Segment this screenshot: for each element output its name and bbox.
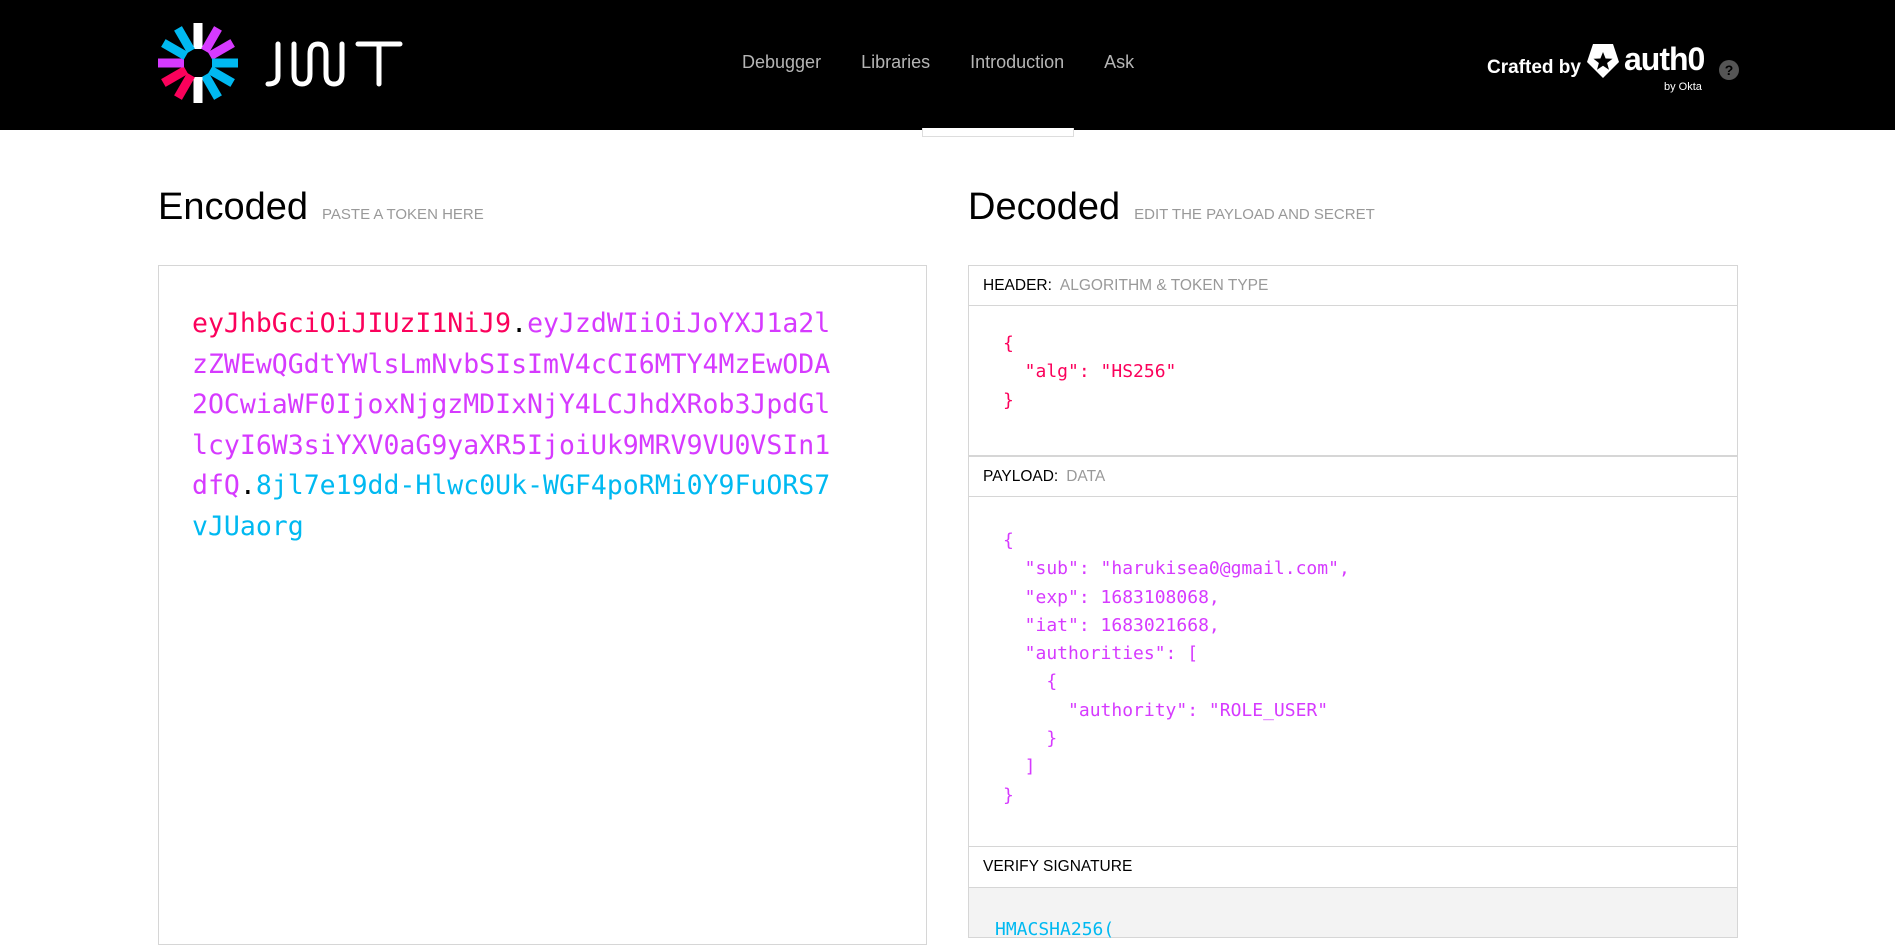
jwt-flower-icon[interactable] [157, 22, 239, 104]
nav-introduction[interactable]: Introduction [970, 52, 1064, 73]
help-icon[interactable]: ? [1719, 60, 1739, 80]
encoded-token-editor[interactable]: eyJhbGciOiJIUzI1NiJ9.eyJzdWIiOiJoYXJ1a2l… [158, 265, 927, 945]
token-dot: . [511, 308, 528, 339]
signature-section-title: VERIFY SIGNATURE [968, 847, 1738, 888]
header-description: ALGORITHM & TOKEN TYPE [1059, 276, 1269, 294]
crafted-by-label: Crafted by [1487, 57, 1581, 78]
main-nav: Debugger Libraries Introduction Ask [742, 52, 1134, 73]
encoded-subtitle: PASTE A TOKEN HERE [322, 206, 484, 223]
decoded-title: Decoded [968, 186, 1121, 228]
top-navigation-bar: Debugger Libraries Introduction Ask Craf… [0, 0, 1895, 130]
nav-ask[interactable]: Ask [1104, 52, 1134, 73]
nav-libraries[interactable]: Libraries [861, 52, 930, 73]
auth0-logo[interactable]: auth0 by Okta [1586, 41, 1710, 95]
encoded-title: Encoded [158, 186, 309, 228]
header-label: HEADER: [983, 276, 1052, 294]
payload-section-title: PAYLOAD: DATA [968, 456, 1738, 497]
auth0-name: auth0 [1624, 41, 1705, 77]
token-dot: . [239, 470, 256, 501]
auth0-star-icon [1587, 44, 1619, 78]
header-json-editor[interactable]: { "alg": "HS256" } [968, 306, 1738, 456]
decoded-heading: Decoded EDIT THE PAYLOAD AND SECRET [968, 186, 1375, 229]
decoded-panel: HEADER: ALGORITHM & TOKEN TYPE { "alg": … [968, 265, 1738, 940]
by-okta-label: by Okta [1664, 81, 1702, 93]
nav-debugger[interactable]: Debugger [742, 52, 821, 73]
tab-indicator [922, 128, 1074, 137]
decoded-subtitle: EDIT THE PAYLOAD AND SECRET [1134, 206, 1375, 223]
encoded-heading: Encoded PASTE A TOKEN HERE [158, 186, 484, 229]
token-text[interactable]: eyJhbGciOiJIUzI1NiJ9.eyJzdWIiOiJoYXJ1a2l… [192, 304, 832, 547]
header-section-title: HEADER: ALGORITHM & TOKEN TYPE [968, 265, 1738, 306]
token-header-part: eyJhbGciOiJIUzI1NiJ9 [192, 308, 512, 339]
payload-description: DATA [1066, 467, 1106, 485]
payload-label: PAYLOAD: [983, 467, 1059, 485]
token-signature-part: 8jl7e19dd-Hlwc0Uk-WGF4poRMi0Y9FuORS7vJUa… [192, 470, 831, 542]
signature-label: VERIFY SIGNATURE [983, 858, 1133, 875]
payload-json-editor[interactable]: { "sub": "harukisea0@gmail.com", "exp": … [968, 497, 1738, 847]
jwt-wordmark[interactable] [264, 40, 404, 88]
